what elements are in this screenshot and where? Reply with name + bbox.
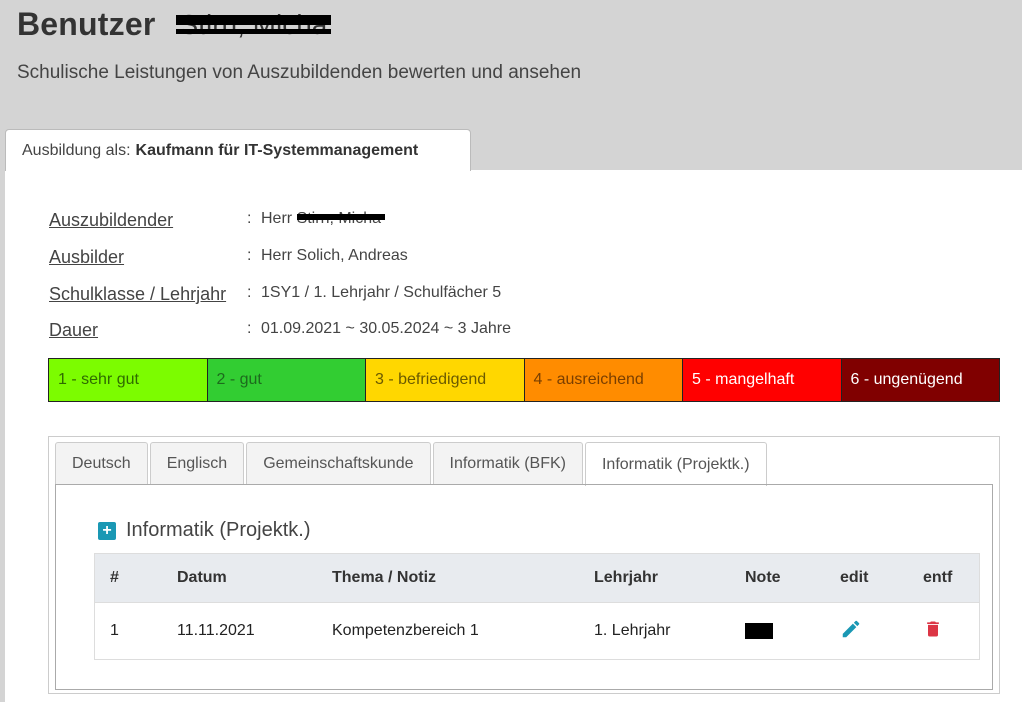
grade-legend: 1 - sehr gut 2 - gut 3 - befriedigend 4 - a…: [48, 358, 1000, 402]
tab-subject-3[interactable]: Gemeinschaftskunde: [246, 442, 431, 484]
redaction-bar: [296, 214, 386, 220]
info-separator: :: [247, 210, 252, 227]
info-value: 01.09.2021 ~ 30.05.2024 ~ 3 Jahre: [261, 320, 511, 337]
info-row-trainee: Auszubildender : Herr Stirn, Micha: [49, 210, 749, 240]
info-separator: :: [247, 284, 252, 301]
subject-tabs-container: Deutsch Englisch Gemeinschaftskunde Informa…: [48, 436, 1000, 694]
cell-nr: 1: [94, 602, 177, 660]
tab-subject-5[interactable]: Informatik (Projektk.): [584, 442, 767, 486]
info-row-class: Schulklasse / Lehrjahr : 1SY1 / 1. Lehrj…: [49, 284, 749, 314]
info-value: Herr Solich, Andreas: [261, 247, 408, 264]
info-label[interactable]: Auszubildender: [49, 210, 173, 231]
page-title: Benutzer: [17, 6, 156, 42]
column-header: Lehrjahr: [594, 553, 745, 603]
tab-training[interactable]: Ausbildung als: Kaufmann für IT-Systemman…: [5, 129, 471, 171]
info-row-duration: Dauer : 01.09.2021 ~ 30.05.2024 ~ 3 Jahr…: [49, 320, 749, 350]
cell-year: 1. Lehrjahr: [594, 602, 745, 660]
page-subtitle: Schulische Leistungen von Auszubildenden…: [17, 62, 582, 83]
redacted-user-name: Stirn, Micha: [175, 9, 332, 41]
title-row: Benutzer Stirn, Micha: [17, 6, 332, 43]
page-header: Benutzer Stirn, Micha Schulische Leistun…: [0, 0, 1022, 150]
table-header-row: # Datum Thema / Notiz Lehrjahr Note edit…: [94, 553, 980, 603]
column-header: #: [94, 553, 177, 603]
info-row-trainer: Ausbilder : Herr Solich, Andreas: [49, 247, 749, 277]
cell-grade: [745, 602, 840, 660]
subject-content: + Informatik (Projektk.) # Datum Thema /…: [55, 484, 993, 690]
column-header: Datum: [177, 553, 332, 603]
section-heading: + Informatik (Projektk.): [98, 519, 310, 542]
legend-grade-5: 5 - mangelhaft: [683, 359, 842, 401]
info-label[interactable]: Ausbilder: [49, 247, 124, 268]
redaction-bar: [175, 28, 332, 34]
main-panel: Auszubildender : Herr Stirn, Micha Ausbi…: [5, 170, 1022, 702]
column-header: Note: [745, 553, 840, 603]
column-header: edit: [840, 553, 923, 603]
info-label[interactable]: Dauer: [49, 320, 98, 341]
redacted-grade: [745, 622, 773, 639]
redaction-bar: [175, 14, 332, 25]
section-title: Informatik (Projektk.): [126, 519, 311, 541]
redacted-trainee-name: Stirn, Micha: [296, 210, 386, 228]
info-separator: :: [247, 247, 252, 264]
column-header: entf: [923, 553, 980, 603]
legend-grade-4: 4 - ausreichend: [524, 359, 683, 401]
plus-icon[interactable]: +: [98, 521, 116, 540]
info-label[interactable]: Schulklasse / Lehrjahr: [49, 284, 226, 305]
cell-date: 11.11.2021: [177, 602, 332, 660]
subject-tab-bar: Deutsch Englisch Gemeinschaftskunde Informa…: [55, 442, 769, 486]
info-separator: :: [247, 320, 252, 337]
trash-icon[interactable]: [923, 618, 943, 645]
pencil-icon[interactable]: [840, 618, 862, 645]
table-row: 1 11.11.2021 Kompetenzbereich 1 1. Lehrj…: [94, 602, 980, 660]
grades-table: # Datum Thema / Notiz Lehrjahr Note edit…: [94, 553, 980, 660]
legend-grade-3: 3 - befriedigend: [366, 359, 525, 401]
tab-subject-1[interactable]: Deutsch: [55, 442, 148, 484]
legend-grade-6: 6 - ungenügend: [841, 359, 999, 401]
info-value: 1SY1 / 1. Lehrjahr / Schulfächer 5: [261, 284, 502, 301]
column-header: Thema / Notiz: [332, 553, 594, 603]
cell-topic: Kompetenzbereich 1: [332, 602, 594, 660]
info-value: Herr Stirn, Micha: [261, 210, 386, 228]
legend-grade-1: 1 - sehr gut: [49, 359, 208, 401]
cell-delete: [923, 602, 980, 660]
legend-grade-2: 2 - gut: [207, 359, 366, 401]
tab-subject-2[interactable]: Englisch: [149, 442, 245, 484]
cell-edit: [840, 602, 923, 660]
tab-subject-4[interactable]: Informatik (BFK): [432, 442, 583, 484]
